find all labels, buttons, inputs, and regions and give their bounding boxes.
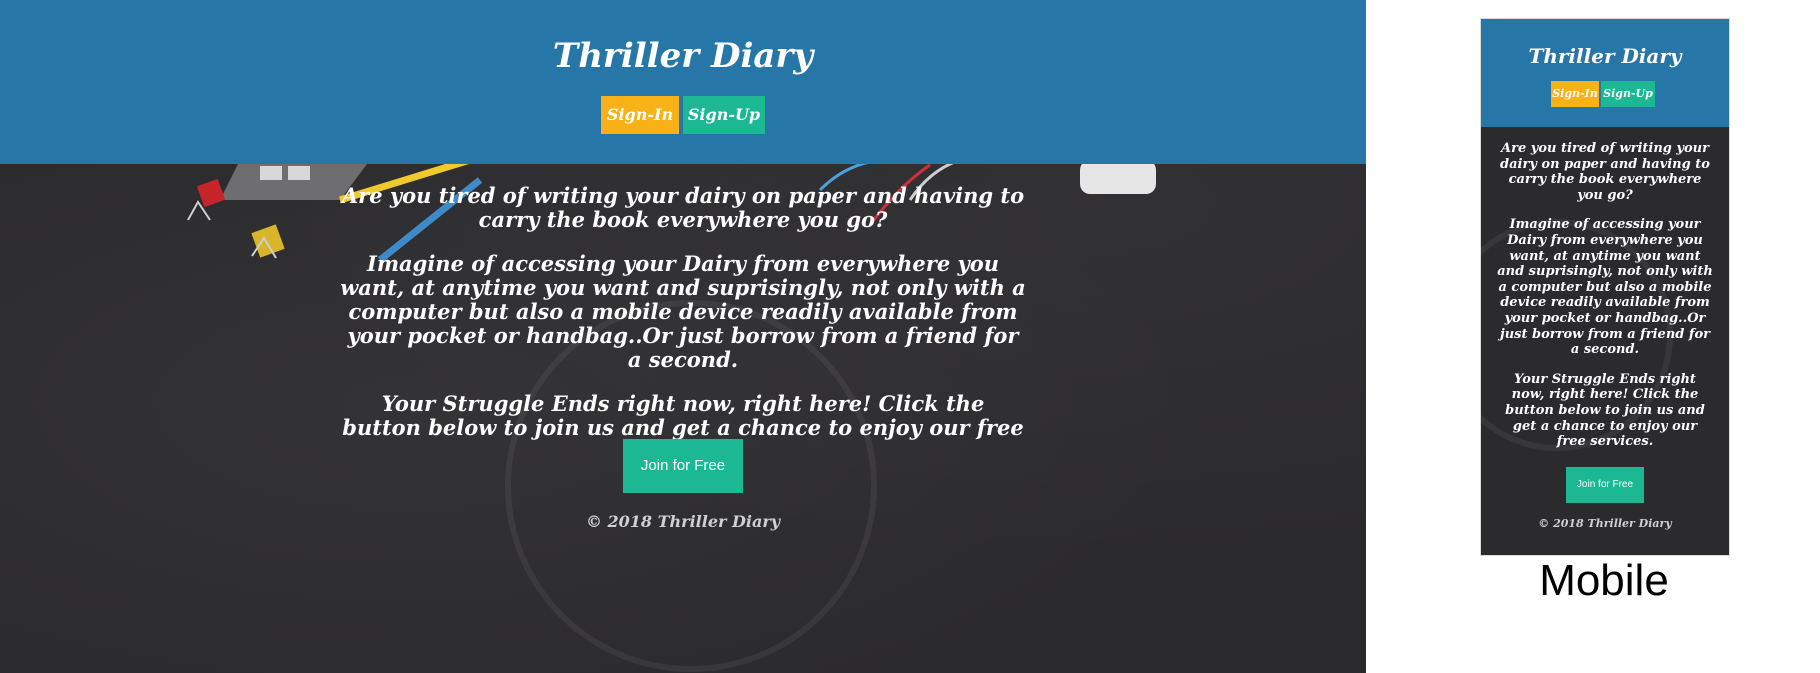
mobile-intro-paragraph-2: Imagine of accessing your Dairy from eve…	[1497, 217, 1713, 358]
signin-button[interactable]: Sign-In	[601, 96, 679, 134]
auth-buttons: Sign-In Sign-Up	[601, 96, 765, 134]
mobile-intro-paragraph-3: Your Struggle Ends right now, right here…	[1505, 371, 1705, 450]
site-header: Thriller Diary Sign-In Sign-Up	[0, 0, 1366, 164]
mobile-copyright: © 2018 Thriller Diary	[1538, 517, 1672, 530]
mobile-caption: Mobile	[1539, 556, 1669, 605]
intro-paragraph-1: Are you tired of writing your dairy on p…	[341, 183, 1025, 232]
mobile-site-title: Thriller Diary	[1528, 44, 1682, 68]
mobile-signup-button[interactable]: Sign-Up	[1601, 81, 1655, 107]
mobile-join-for-free-button[interactable]: Join for Free	[1566, 467, 1644, 503]
signup-button[interactable]: Sign-Up	[683, 96, 765, 134]
copyright: © 2018 Thriller Diary	[585, 512, 781, 531]
mobile-site-header: Thriller Diary Sign-In Sign-Up	[1481, 19, 1729, 127]
join-for-free-button[interactable]: Join for Free	[623, 439, 743, 493]
mobile-view: Thriller Diary Sign-In Sign-Up Are you ti…	[1480, 18, 1730, 556]
mobile-signin-button[interactable]: Sign-In	[1551, 81, 1599, 107]
desktop-view: Thriller Diary Sign-In Sign-Up Are you ti…	[0, 0, 1366, 673]
mobile-intro-text: Are you tired of writing your dairy on p…	[1497, 141, 1713, 464]
intro-paragraph-2: Imagine of accessing your Dairy from eve…	[340, 251, 1026, 372]
site-title: Thriller Diary	[552, 36, 814, 76]
mobile-auth-buttons: Sign-In Sign-Up	[1551, 81, 1655, 107]
mobile-intro-paragraph-1: Are you tired of writing your dairy on p…	[1500, 141, 1710, 203]
